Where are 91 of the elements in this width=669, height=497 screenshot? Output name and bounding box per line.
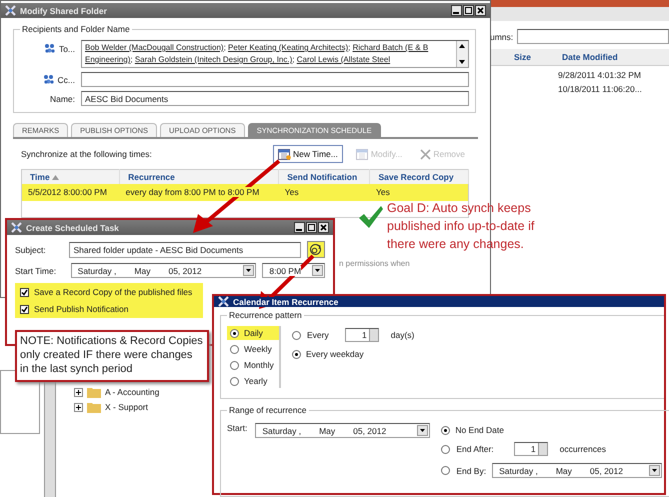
table-cell: Yes: [284, 187, 299, 197]
date-cell-text: 10/18/2011 11:06:20...: [558, 84, 643, 94]
radio-button[interactable]: [441, 466, 450, 475]
field-label: Start Time:: [15, 266, 58, 276]
radio-button[interactable]: [230, 376, 239, 386]
unit-label: occurrences: [560, 444, 606, 454]
columns-field[interactable]: [517, 29, 669, 44]
field-label: Subject:: [15, 244, 47, 254]
dropdown-arrow-icon: [315, 269, 320, 272]
people-icon: [42, 74, 55, 85]
calendar-icon: [356, 148, 369, 160]
radio-label: End By:: [456, 466, 486, 476]
field-label: Name:: [50, 94, 75, 104]
table-cell: every day from 8:00 PM to 8:00 PM: [126, 187, 260, 197]
app-icon: [5, 5, 16, 16]
name-field[interactable]: AESC Bid Documents: [81, 91, 469, 106]
window-title: Create Scheduled Task: [26, 222, 120, 232]
cycle-icon: [309, 243, 322, 256]
minimize-icon[interactable]: [294, 222, 305, 233]
number-spinner[interactable]: 1: [344, 328, 379, 342]
checkbox[interactable]: [20, 288, 29, 296]
folder-icon: [87, 386, 101, 398]
checkbox-label: Send Publish Notification: [34, 304, 129, 314]
subject-field[interactable]: Shared folder update - AESC Bid Documents: [69, 242, 301, 258]
expand-icon[interactable]: [74, 402, 83, 412]
dropdown-arrow-icon: [420, 429, 426, 432]
remove-icon: [420, 148, 432, 160]
radio-button[interactable]: [230, 328, 239, 338]
time-dropdown[interactable]: 8:00 PM: [262, 263, 325, 278]
unit-label: day(s): [390, 330, 414, 340]
window-title: Calendar Item Recurrence: [233, 296, 338, 306]
toolbar-button[interactable]: New Time...: [272, 145, 343, 163]
group-label: Range of recurrence: [228, 405, 308, 415]
app-icon: [11, 222, 22, 233]
radio-label: Every weekday: [306, 349, 364, 359]
column-header[interactable]: Size: [508, 49, 556, 65]
tree-item[interactable]: X - Support: [105, 402, 148, 412]
maximize-icon[interactable]: [463, 5, 474, 16]
date-dropdown[interactable]: Saturday , May 05, 2012: [70, 263, 256, 278]
radio-button[interactable]: [292, 350, 301, 358]
expand-icon[interactable]: [74, 388, 83, 396]
date-dropdown[interactable]: Saturday , May 05, 2012: [255, 423, 430, 438]
window-title: Modify Shared Folder: [20, 6, 108, 16]
caption: Synchronize at the following times:: [21, 149, 153, 159]
close-icon[interactable]: [318, 222, 329, 233]
date-cell-text: 9/28/2011 4:01:32 PM: [558, 70, 642, 80]
column-header[interactable]: Time: [22, 170, 120, 184]
radio-button[interactable]: [230, 344, 239, 354]
radio-label: End After:: [456, 444, 494, 454]
note-callout: NOTE: Notifications & Record Copies only created IF there were changes in the last synch period: [15, 330, 209, 382]
to-button[interactable]: To...: [58, 44, 75, 54]
checkbox[interactable]: [20, 304, 29, 314]
cc-field[interactable]: [81, 72, 469, 87]
radio-label: Daily: [244, 328, 263, 338]
minimize-icon[interactable]: [451, 5, 462, 16]
field-label: Start:: [227, 423, 248, 435]
radio-button[interactable]: [292, 330, 301, 340]
column-header[interactable]: Send Notification: [278, 170, 370, 184]
group-label: Recipients and Folder Name: [21, 24, 131, 34]
radio-button[interactable]: [441, 426, 450, 434]
radio-label: No End Date: [455, 425, 504, 435]
dropdown-arrow-icon: [652, 469, 658, 472]
table-cell: Yes: [376, 187, 390, 197]
date-dropdown[interactable]: Saturday , May 05, 2012: [492, 463, 662, 478]
column-header[interactable]: Recurrence: [120, 170, 279, 184]
recurrence-button[interactable]: [306, 241, 325, 258]
column-header[interactable]: Date Modified: [556, 49, 624, 65]
radio-label: Monthly: [244, 360, 274, 370]
app-icon: [218, 296, 229, 307]
close-icon[interactable]: [475, 5, 486, 16]
maximize-icon[interactable]: [306, 222, 317, 233]
radio-button[interactable]: [230, 360, 239, 370]
people-icon: [44, 43, 56, 54]
recipients-field[interactable]: Bob Welder (MacDougall Construction); Peter Keating (Keating Architects); Richard Batch (E & B Engineering); Sarah Goldstein (Initech Design Group, Inc.); Carol Lewis (Allstate Steel: [81, 40, 469, 68]
folder-icon: [87, 401, 101, 413]
table-cell: 5/5/2012 8:00:00 PM: [28, 187, 107, 197]
option-text: n permissions when: [339, 259, 411, 268]
radio-button[interactable]: [441, 444, 450, 454]
radio-label: Every: [307, 330, 329, 340]
group-label: Recurrence pattern: [228, 310, 303, 320]
checkmark-icon: [358, 205, 384, 229]
column-header[interactable]: Save Record Copy: [370, 170, 468, 184]
sort-icon: [52, 175, 60, 180]
dropdown-arrow-icon: [246, 269, 252, 272]
radio-label: Weekly: [244, 344, 272, 354]
calendar-icon: [278, 148, 291, 160]
number-spinner[interactable]: 1: [514, 442, 548, 456]
tree-item[interactable]: A - Accounting: [105, 387, 160, 397]
checkbox-label: Save a Record Copy of the published files: [34, 287, 192, 297]
radio-label: Yearly: [244, 376, 268, 386]
cc-button[interactable]: Cc...: [58, 74, 75, 84]
